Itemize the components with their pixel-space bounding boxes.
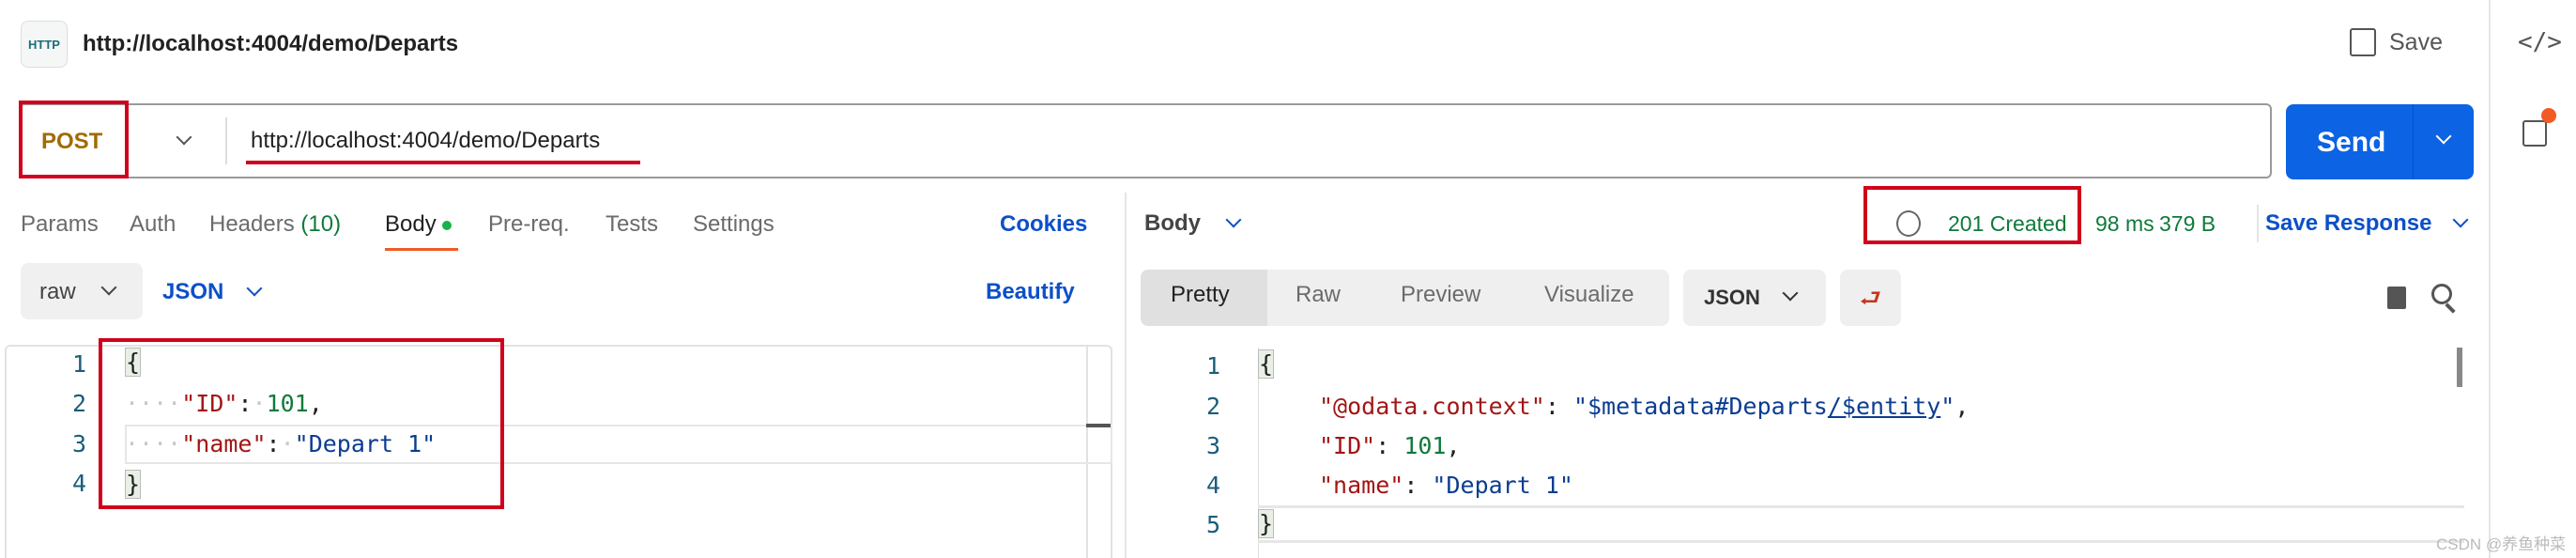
- body-mode-select[interactable]: raw: [21, 263, 143, 319]
- code-line-2: "@odata.context": "$metadata#Departs/$en…: [1319, 393, 1970, 420]
- send-options-chevron-icon[interactable]: [2435, 128, 2452, 145]
- copy-icon[interactable]: [2387, 287, 2406, 309]
- body-format-value: JSON: [162, 279, 224, 304]
- right-sidebar-divider: [2489, 0, 2491, 558]
- pane-divider: [1125, 193, 1127, 558]
- line-number: 2: [1205, 393, 1220, 420]
- chevron-down-icon: [1782, 285, 1799, 302]
- code-line-3: "ID": 101,: [1319, 432, 1461, 459]
- brace-open: {: [1258, 349, 1275, 379]
- view-visualize[interactable]: Visualize: [1544, 282, 1634, 308]
- send-divider: [2413, 104, 2414, 179]
- method-highlight: [19, 101, 129, 178]
- divider: [2257, 205, 2259, 242]
- search-icon-handle: [2445, 302, 2456, 314]
- response-body-label: Body: [1144, 210, 1201, 236]
- response-size[interactable]: 379 B: [2159, 213, 2216, 235]
- chevron-down-icon: [246, 280, 263, 297]
- chevron-down-icon: [1225, 211, 1242, 228]
- send-button[interactable]: Send: [2286, 104, 2474, 179]
- line-number: 4: [1205, 472, 1220, 499]
- line-number: 3: [1205, 432, 1220, 459]
- tab-headers-label: Headers: [209, 211, 295, 237]
- code-icon[interactable]: </>: [2518, 28, 2562, 56]
- request-title: http://localhost:4004/demo/Departs: [83, 31, 459, 56]
- body-mode-value: raw: [39, 279, 76, 304]
- tab-headers[interactable]: Headers (10): [209, 211, 341, 238]
- cookies-link[interactable]: Cookies: [1000, 211, 1087, 238]
- json-key: "ID": [1319, 432, 1376, 459]
- json-value: "$metadata#Departs: [1572, 393, 1828, 420]
- line-number: 3: [71, 430, 86, 457]
- send-label: Send: [2317, 127, 2386, 158]
- body-dot: [442, 220, 452, 230]
- save-response-button[interactable]: Save Response: [2265, 210, 2469, 236]
- json-value: "Depart 1": [1432, 472, 1573, 499]
- tab-params[interactable]: Params: [21, 211, 99, 238]
- line-number: 5: [1205, 511, 1220, 538]
- line-number: 1: [71, 350, 86, 378]
- status-highlight: [1863, 186, 2081, 244]
- tab-settings[interactable]: Settings: [693, 211, 774, 238]
- chevron-down-icon: [2452, 211, 2469, 228]
- json-value-link[interactable]: /$entity: [1828, 393, 1940, 420]
- request-body-highlight: [99, 338, 504, 509]
- tab-body-label: Body: [385, 211, 437, 237]
- save-button[interactable]: Save: [2350, 28, 2443, 56]
- chevron-down-icon: [100, 279, 117, 296]
- http-icon: HTTP: [21, 21, 68, 68]
- headers-count: (10): [300, 211, 342, 237]
- code-line-4: "name": "Depart 1": [1319, 472, 1573, 499]
- search-icon[interactable]: [2431, 284, 2452, 304]
- body-format-select[interactable]: JSON: [162, 279, 263, 304]
- tab-body[interactable]: Body: [385, 211, 452, 238]
- view-pretty[interactable]: Pretty: [1171, 282, 1230, 308]
- tab-auth[interactable]: Auth: [130, 211, 176, 238]
- brace-close: }: [1258, 509, 1275, 538]
- save-label: Save: [2389, 28, 2443, 55]
- save-response-label: Save Response: [2265, 210, 2432, 236]
- response-format-value: JSON: [1704, 286, 1760, 309]
- response-current-line: [1258, 505, 2464, 543]
- wrap-lines-button[interactable]: ⮐: [1840, 270, 1901, 326]
- url-input[interactable]: http://localhost:4004/demo/Departs: [251, 130, 600, 152]
- save-icon: [2350, 28, 2376, 56]
- tab-tests[interactable]: Tests: [606, 211, 658, 238]
- scroll-marker: [1086, 424, 1111, 427]
- json-key: "name": [1319, 472, 1404, 499]
- tab-pre-req[interactable]: Pre-req.: [488, 211, 570, 238]
- notification-dot: [2541, 108, 2556, 123]
- beautify-button[interactable]: Beautify: [986, 281, 1075, 303]
- divider: [225, 117, 227, 164]
- json-value-end: ": [1940, 393, 1955, 420]
- response-format-select[interactable]: JSON: [1683, 270, 1826, 326]
- line-number: 2: [71, 390, 86, 417]
- json-key: "@odata.context": [1319, 393, 1545, 420]
- url-underline-annotation: [246, 161, 640, 164]
- response-scroll-thumb[interactable]: [2457, 348, 2462, 387]
- context-icon[interactable]: [2522, 120, 2547, 147]
- response-time[interactable]: 98 ms: [2095, 213, 2154, 235]
- line-number: 1: [1205, 352, 1220, 380]
- json-value: 101: [1403, 432, 1447, 459]
- watermark: CSDN @养鱼种菜: [2436, 535, 2567, 553]
- view-raw[interactable]: Raw: [1296, 282, 1341, 308]
- response-body-select[interactable]: Body: [1144, 210, 1242, 236]
- active-tab-indicator: [385, 248, 458, 251]
- line-number: 4: [71, 470, 86, 497]
- view-preview[interactable]: Preview: [1401, 282, 1480, 308]
